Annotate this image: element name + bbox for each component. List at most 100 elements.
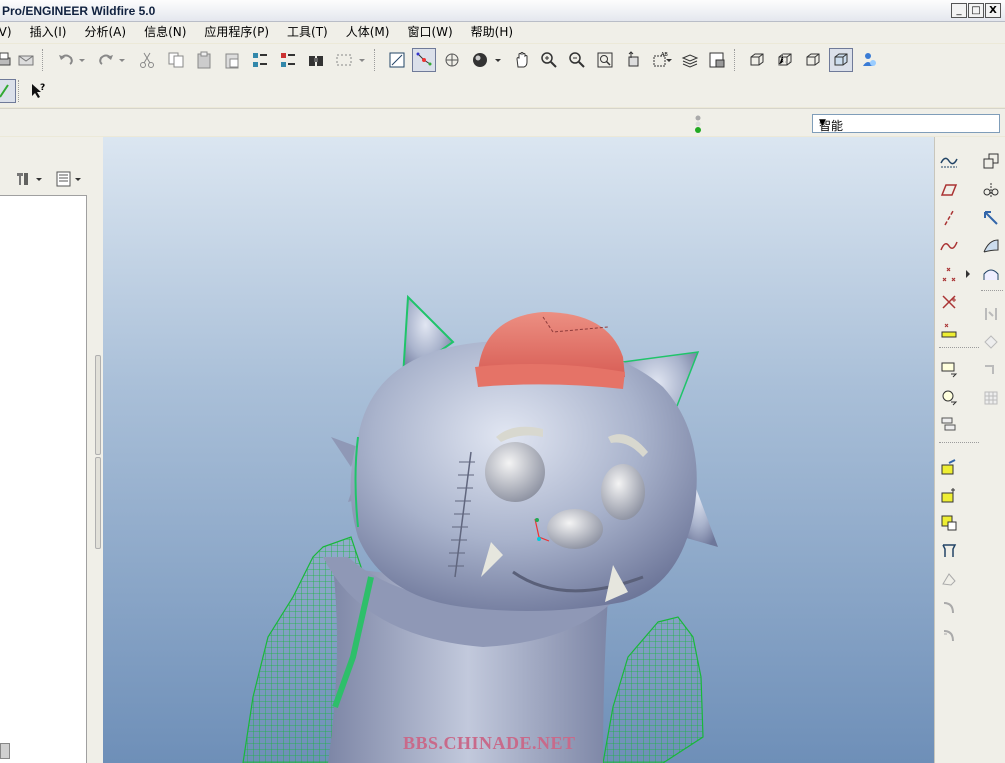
selection-filter-select[interactable]: 智能 ▼ <box>812 114 1000 133</box>
paste-icon[interactable] <box>192 48 216 72</box>
model-tree[interactable] <box>0 195 87 763</box>
undo-icon[interactable] <box>54 48 78 72</box>
undo-dropdown-icon[interactable] <box>76 48 88 72</box>
wireframe-icon[interactable] <box>745 48 769 72</box>
model-render <box>242 294 718 763</box>
appearance-dropdown-icon[interactable] <box>492 48 504 72</box>
feature-toolbar <box>934 137 1005 763</box>
layers-icon[interactable] <box>678 48 702 72</box>
datum-plane-icon[interactable] <box>937 178 961 202</box>
sash-handle-bottom[interactable] <box>95 457 101 549</box>
sash-handle-top[interactable] <box>95 355 101 455</box>
zoom-out-icon[interactable] <box>565 48 589 72</box>
cap <box>475 312 625 389</box>
copy-icon[interactable] <box>164 48 188 72</box>
no-hidden-icon[interactable] <box>801 48 825 72</box>
select-dropdown-icon[interactable] <box>356 48 368 72</box>
redo-icon[interactable] <box>94 48 118 72</box>
menu-bar: (V) 插入(I) 分析(A) 信息(N) 应用程序(P) 工具(T) 人体(M… <box>0 22 1005 43</box>
toggle-tool-icon[interactable] <box>0 79 16 103</box>
navigator-toolbar <box>0 165 94 195</box>
tree-settings-icon[interactable] <box>12 167 36 191</box>
main-toolbar: AB <box>0 44 1005 76</box>
menu-view[interactable]: (V) <box>0 22 21 43</box>
redo-dropdown-icon[interactable] <box>116 48 128 72</box>
repaint-icon[interactable] <box>385 48 409 72</box>
datum-point-icon[interactable] <box>937 262 961 286</box>
mirror-icon[interactable] <box>979 178 1003 202</box>
annotation-icon[interactable] <box>937 385 961 409</box>
menu-analysis[interactable]: 分析(A) <box>75 22 135 43</box>
regen-manager-icon[interactable] <box>276 48 300 72</box>
point-flyout-icon[interactable] <box>963 262 973 286</box>
hole-icon[interactable] <box>937 539 961 563</box>
status-light-icon <box>692 114 704 134</box>
close-button[interactable]: X <box>985 3 1001 18</box>
navigator-panel <box>0 137 103 763</box>
minimize-button[interactable]: _ <box>951 3 967 18</box>
shell-icon[interactable] <box>937 567 961 591</box>
cut-icon[interactable] <box>135 48 159 72</box>
svg-text:?: ? <box>40 83 45 93</box>
view-manager-icon[interactable] <box>705 48 729 72</box>
coordinate-system-icon[interactable] <box>937 290 961 314</box>
tree-settings-dropdown-icon[interactable] <box>34 167 44 191</box>
copy-geometry-icon[interactable] <box>979 149 1003 173</box>
hidden-line-icon[interactable] <box>773 48 797 72</box>
menu-info[interactable]: 信息(N) <box>135 22 195 43</box>
right-arm-wireframe <box>602 616 704 763</box>
nose <box>547 509 603 549</box>
datum-curve-icon[interactable] <box>937 234 961 258</box>
secondary-toolbar: ? <box>0 75 1005 107</box>
note-icon[interactable] <box>937 357 961 381</box>
sweep-icon[interactable] <box>937 511 961 535</box>
reorient-icon[interactable] <box>621 48 645 72</box>
pan-icon[interactable] <box>510 48 534 72</box>
sketch-tool-icon[interactable] <box>937 149 961 173</box>
show-chevron-icon[interactable] <box>73 167 83 191</box>
analysis-feature-icon[interactable] <box>937 318 961 342</box>
find-icon[interactable] <box>304 48 328 72</box>
menu-manikin[interactable]: 人体(M) <box>337 22 399 43</box>
corner-icon <box>0 743 10 759</box>
left-eye <box>485 442 545 502</box>
round-icon[interactable] <box>937 623 961 647</box>
boundary-blend-icon[interactable] <box>979 234 1003 258</box>
merge-disabled-icon <box>979 330 1003 354</box>
regenerate-icon[interactable] <box>248 48 272 72</box>
appearance-icon[interactable] <box>468 48 492 72</box>
orient-mode-icon[interactable] <box>440 48 464 72</box>
selection-filter-bar: 智能 ▼ <box>0 108 1005 136</box>
rib-icon[interactable] <box>937 595 961 619</box>
right-eye <box>601 464 645 520</box>
move-icon[interactable] <box>979 206 1003 230</box>
annotation-element-icon[interactable] <box>937 413 961 437</box>
menu-applications[interactable]: 应用程序(P) <box>195 22 278 43</box>
zoom-in-icon[interactable] <box>537 48 561 72</box>
menu-insert[interactable]: 插入(I) <box>21 22 76 43</box>
shading-icon[interactable] <box>829 48 853 72</box>
refit-icon[interactable] <box>593 48 617 72</box>
graphics-viewport[interactable]: BBS.CHINADE.NET <box>103 137 934 763</box>
menu-tools[interactable]: 工具(T) <box>278 22 337 43</box>
style-icon[interactable] <box>979 262 1003 286</box>
context-help-icon[interactable]: ? <box>26 79 50 103</box>
window-controls: _ □ X <box>951 3 1001 18</box>
revolve-icon[interactable] <box>937 483 961 507</box>
menu-window[interactable]: 窗口(W) <box>398 22 461 43</box>
trim-disabled-icon <box>979 358 1003 382</box>
select-box-icon[interactable] <box>332 48 356 72</box>
menu-help[interactable]: 帮助(H) <box>462 22 522 43</box>
model-tree-person-icon[interactable] <box>857 48 881 72</box>
title-bar: Pro/ENGINEER Wildfire 5.0 _ □ X <box>0 0 1005 22</box>
extrude-icon[interactable] <box>937 455 961 479</box>
email-icon[interactable] <box>14 48 38 72</box>
watermark: BBS.CHINADE.NET <box>403 733 576 753</box>
paste-special-icon[interactable] <box>220 48 244 72</box>
window-title: Pro/ENGINEER Wildfire 5.0 <box>2 4 156 18</box>
spin-center-icon[interactable] <box>412 48 436 72</box>
pattern-disabled-icon <box>979 302 1003 326</box>
restore-button[interactable]: □ <box>968 3 984 18</box>
datum-axis-icon[interactable] <box>937 206 961 230</box>
saved-views-dropdown-icon[interactable] <box>664 48 674 72</box>
